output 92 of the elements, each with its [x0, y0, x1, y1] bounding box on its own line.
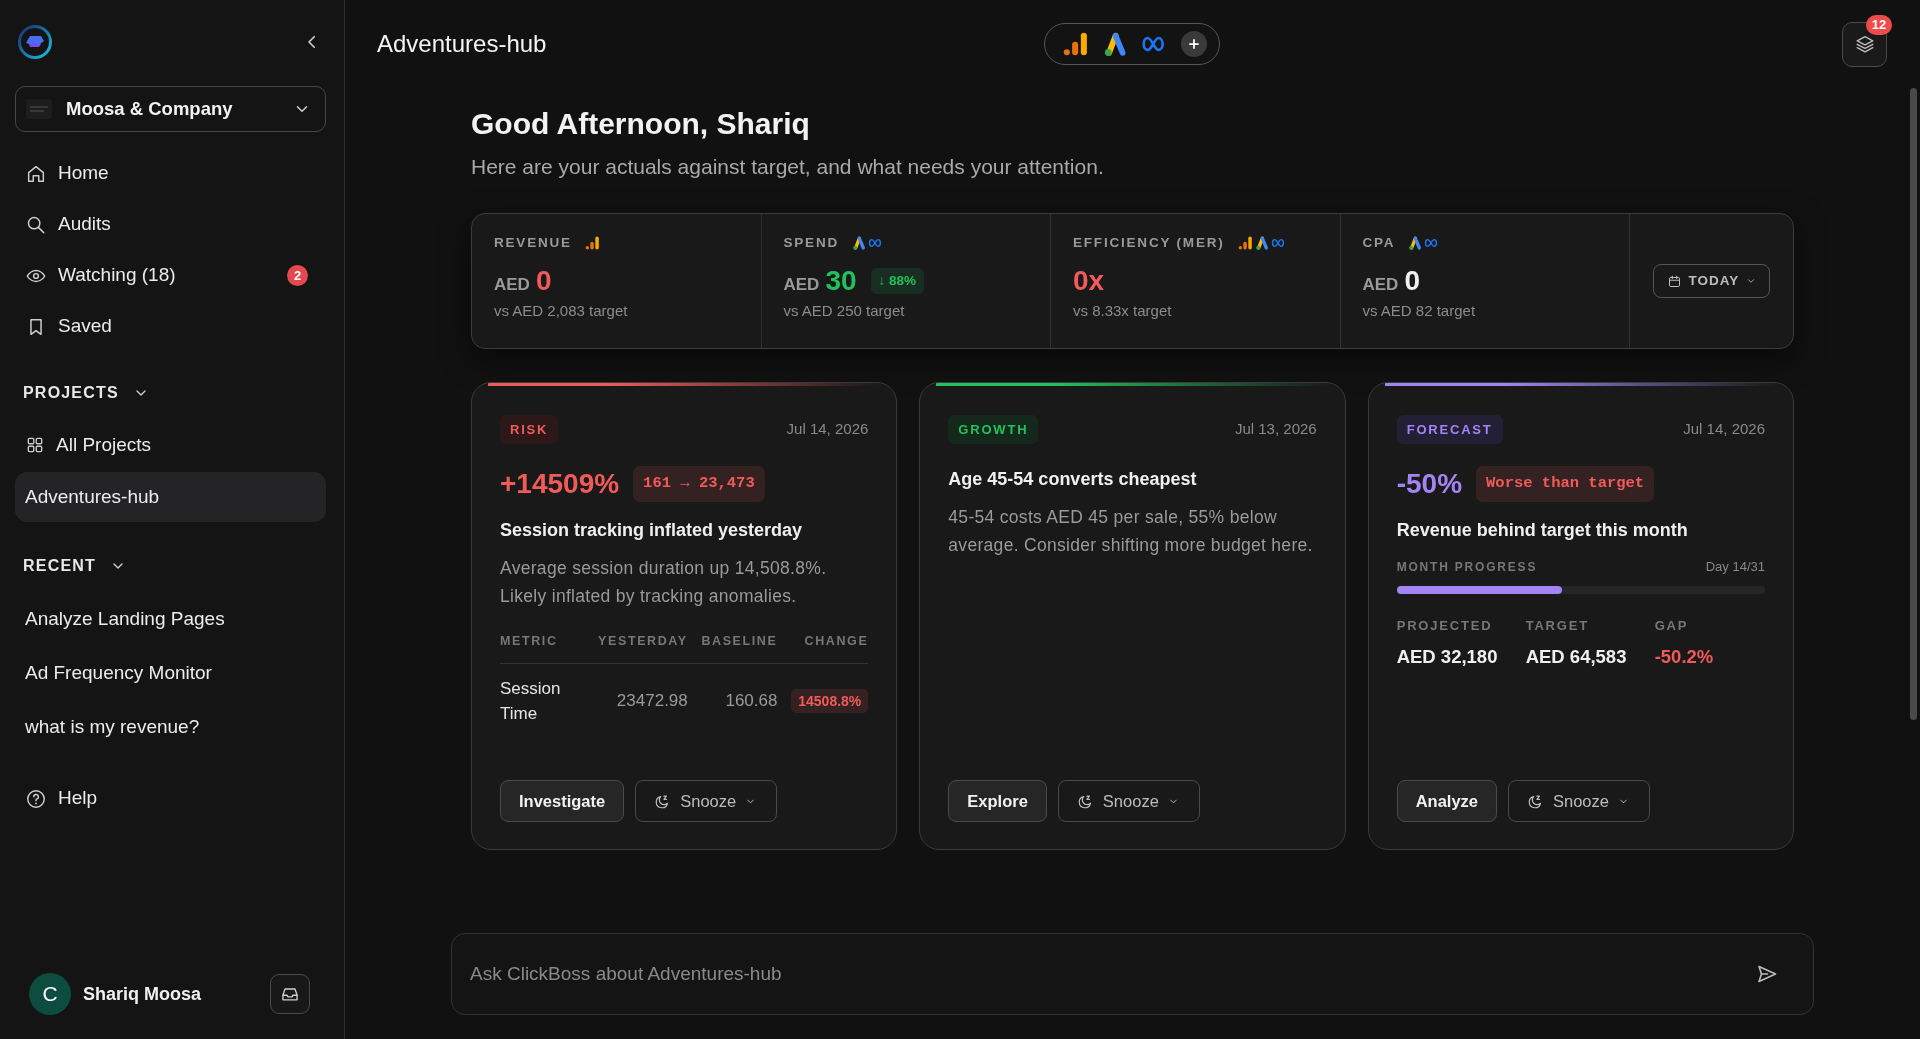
kpi-target: vs AED 82 target — [1362, 301, 1477, 321]
sidebar-item[interactable]: what is my revenue? — [15, 701, 326, 753]
category-tag: GROWTH — [948, 415, 1039, 444]
kpi-label: EFFICIENCY (MER) — [1073, 233, 1225, 252]
user-name: Shariq Moosa — [83, 982, 202, 1006]
bar-chart-logo-icon — [1061, 30, 1089, 58]
snooze-button[interactable]: Snooze — [635, 780, 778, 822]
stat-label: PROJECTED — [1396, 616, 1494, 635]
bar-chart-logo-icon — [583, 235, 600, 251]
currency-label: AED — [783, 274, 820, 296]
notification-badge: 12 — [1866, 14, 1892, 35]
progress-reading: Day 14/31 — [1705, 558, 1765, 576]
chevron-down-icon — [1746, 276, 1757, 286]
card-description: 45-54 costs AED 45 per sale, 55% below average. Consider shifting more budget here. — [948, 506, 1314, 557]
stat-value: AED 32,180 — [1396, 645, 1499, 669]
action-button[interactable]: Analyze — [1396, 780, 1497, 822]
currency-label: AED — [1362, 274, 1399, 296]
triangle-logo-icon — [851, 235, 867, 251]
table-cell: 160.68 — [687, 663, 778, 738]
sidebar-item[interactable]: All Projects — [15, 420, 326, 470]
category-tag: RISK — [500, 415, 559, 444]
company-logo-icon — [26, 99, 52, 119]
card-date: Jul 13, 2026 — [1234, 419, 1317, 440]
layers-icon — [1853, 33, 1876, 55]
chat-input[interactable]: Ask ClickBoss about Adventures-hub — [451, 933, 1814, 1015]
column-header: METRIC — [500, 632, 582, 664]
section-toggle[interactable]: PROJECTS — [15, 375, 157, 411]
company-selector[interactable]: Moosa & Company — [15, 86, 326, 132]
card-title: Age 45-54 converts cheapest — [948, 468, 1198, 491]
card-title: Revenue behind target this month — [1396, 519, 1689, 542]
kpi-label: REVENUE — [494, 233, 572, 252]
bar-chart-logo-icon — [1236, 235, 1253, 251]
logo-icon — [17, 24, 53, 60]
stat-label: TARGET — [1525, 616, 1590, 635]
change-badge: 161 → 23,473 — [633, 466, 765, 502]
triangle-logo-icon — [1407, 235, 1424, 251]
kpi-value: 0x — [1073, 264, 1105, 298]
sidebar-item[interactable]: Audits — [15, 199, 326, 250]
scrollbar-thumb[interactable] — [1910, 88, 1917, 720]
change-badge: Worse than target — [1476, 466, 1655, 502]
snooze-button[interactable]: Snooze — [1057, 780, 1200, 822]
currency-label: AED — [494, 274, 530, 296]
page-title: Adventures-hub — [377, 29, 548, 59]
kpi-value: 0 — [535, 264, 552, 298]
column-header: BASELINE — [687, 632, 778, 664]
kpi-label: SPEND — [783, 233, 839, 252]
change-badge: ↓ 88% — [870, 267, 925, 295]
sidebar-item[interactable]: Analyze Landing Pages — [15, 593, 326, 645]
greeting-subtitle: Here are your actuals against target, and what needs your attention. — [471, 154, 1105, 180]
category-tag: FORECAST — [1396, 415, 1503, 444]
headline-value: -50% — [1396, 467, 1463, 501]
stat-label: GAP — [1654, 616, 1690, 635]
column-header: YESTERDAY — [582, 632, 688, 664]
section-toggle[interactable]: RECENT — [15, 548, 134, 584]
change-badge: 14508.8% — [791, 688, 869, 713]
card-date: Jul 14, 2026 — [1683, 419, 1765, 440]
kpi-value: 30 — [825, 264, 857, 298]
user-avatar[interactable]: C — [29, 973, 71, 1015]
stat-value: -50.2% — [1654, 645, 1715, 669]
card-description: Average session duration up 14,508.8%. Likely inflated by tracking anomalies. — [500, 557, 828, 608]
kpi-value: 0 — [1404, 264, 1420, 298]
sidebar-item[interactable]: Watching (18) 2 — [15, 250, 326, 301]
help-icon — [25, 787, 47, 810]
kpi-target: vs AED 2,083 target — [494, 301, 629, 321]
column-header: CHANGE — [777, 632, 869, 664]
kpi-target: vs AED 250 target — [783, 301, 906, 321]
triangle-logo-icon — [1253, 235, 1270, 251]
kpi-label: CPA — [1362, 233, 1396, 252]
table-cell: 23472.98 — [582, 663, 688, 738]
action-button[interactable]: Investigate — [500, 780, 625, 822]
snooze-button[interactable]: Snooze — [1508, 780, 1650, 822]
sidebar-item[interactable]: Home — [15, 148, 326, 199]
card-title: Session tracking inflated yesterday — [500, 519, 804, 542]
date-range-button[interactable]: TODAY — [1653, 264, 1770, 298]
greeting-title: Good Afternoon, Shariq — [471, 106, 811, 142]
grid-icon — [25, 435, 45, 455]
plus-icon — [1187, 37, 1201, 51]
progress-label: MONTH PROGRESS — [1396, 558, 1538, 576]
count-badge: 2 — [287, 265, 308, 286]
headline-value: +14509% — [500, 467, 620, 501]
kpi-target: vs 8.33x target — [1073, 301, 1173, 321]
add-integration-button[interactable] — [1181, 31, 1207, 57]
sidebar-item[interactable]: Ad Frequency Monitor — [15, 647, 326, 699]
inbox-button[interactable] — [270, 974, 310, 1014]
help-link[interactable]: Help — [15, 773, 326, 824]
card-date: Jul 14, 2026 — [786, 419, 869, 440]
table-cell: Session Time — [500, 663, 582, 738]
calendar-icon — [1666, 273, 1682, 289]
sidebar-item[interactable]: Saved — [15, 301, 326, 352]
sidebar-item[interactable]: Adventures-hub — [15, 472, 326, 522]
stat-value: AED 64,583 — [1525, 645, 1628, 669]
action-button[interactable]: Explore — [948, 780, 1047, 822]
